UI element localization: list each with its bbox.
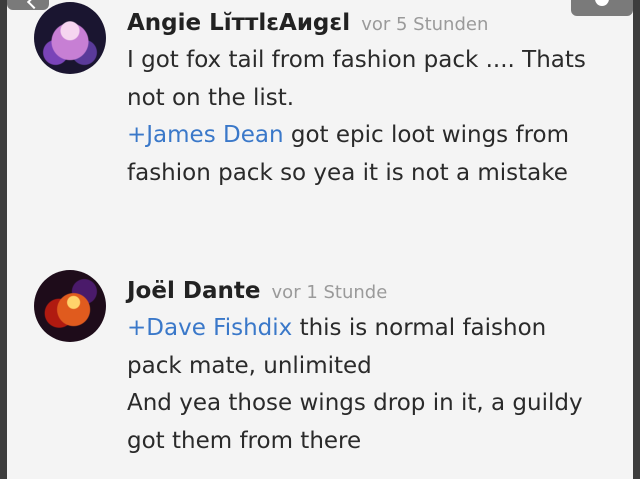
comment-header: Joël Dante vor 1 Stunde bbox=[127, 278, 387, 304]
comment-paragraph: +James Dean got epic loot wings from fas… bbox=[127, 117, 597, 192]
comment-paragraph: +Dave Fishdix this is normal faishon pac… bbox=[127, 310, 597, 385]
left-edge bbox=[0, 0, 7, 479]
timestamp: vor 5 Stunden bbox=[361, 14, 489, 35]
avatar[interactable] bbox=[34, 2, 106, 74]
right-edge bbox=[633, 0, 640, 479]
mention-link[interactable]: +James Dean bbox=[127, 122, 284, 148]
author-name[interactable]: Joël Dante bbox=[127, 278, 260, 304]
timestamp: vor 1 Stunde bbox=[271, 282, 388, 303]
back-arrow-icon[interactable] bbox=[7, 0, 49, 10]
avatar[interactable] bbox=[34, 270, 106, 342]
comment-text: And yea those wings drop in it, a guildy… bbox=[127, 390, 583, 454]
comment-text: I got fox tail from fashion pack .... Th… bbox=[127, 47, 586, 111]
comment-body: I got fox tail from fashion pack .... Th… bbox=[127, 42, 597, 192]
comment-paragraph: I got fox tail from fashion pack .... Th… bbox=[127, 42, 597, 117]
comment-body: +Dave Fishdix this is normal faishon pac… bbox=[127, 310, 597, 460]
overflow-icon[interactable] bbox=[571, 0, 633, 16]
author-name[interactable]: Angie LĭттlɛAиgɛl bbox=[127, 10, 350, 36]
mention-link[interactable]: +Dave Fishdix bbox=[127, 315, 292, 341]
comment-header: Angie LĭттlɛAиgɛl vor 5 Stunden bbox=[127, 10, 488, 36]
comment-paragraph: And yea those wings drop in it, a guildy… bbox=[127, 385, 597, 460]
